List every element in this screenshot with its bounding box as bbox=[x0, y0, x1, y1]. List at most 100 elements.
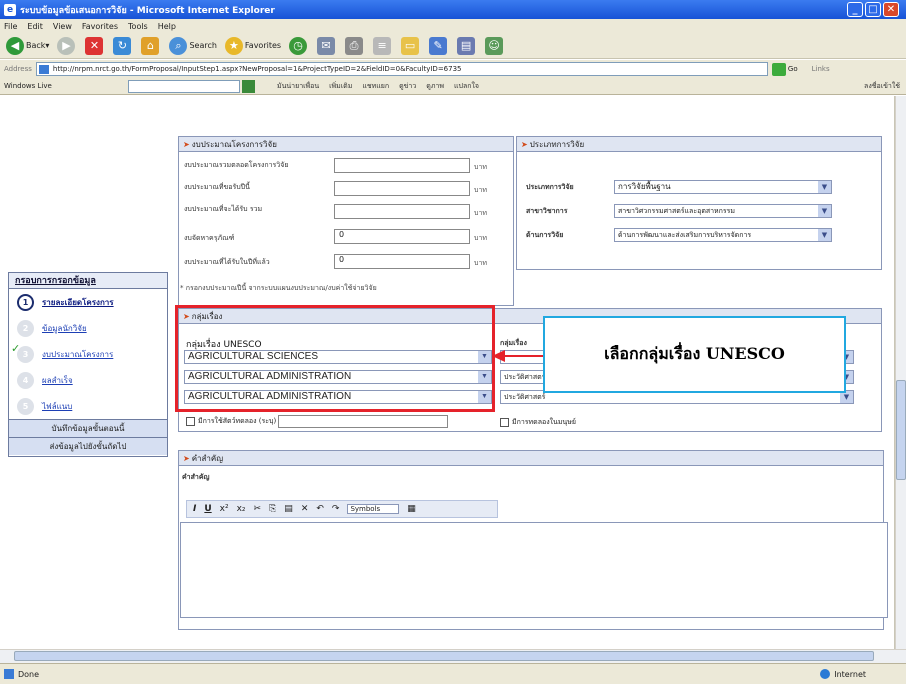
animal-test-input[interactable] bbox=[278, 415, 449, 428]
underline-button[interactable]: U bbox=[204, 504, 211, 514]
equipment-budget-input[interactable]: 0 bbox=[334, 229, 470, 244]
step-number-icon: 4 bbox=[17, 371, 34, 389]
edit-button[interactable]: ≡ bbox=[373, 36, 393, 55]
close-button[interactable]: ✕ bbox=[883, 2, 899, 17]
save-step-button[interactable]: บันทึกข้อมูลขั้นตอนนี้ bbox=[9, 419, 167, 437]
internet-zone: Internet bbox=[820, 669, 866, 679]
delete-icon[interactable]: ✕ bbox=[301, 504, 309, 514]
link-item[interactable]: ดูข่าว bbox=[399, 81, 416, 92]
redo-icon[interactable]: ↷ bbox=[332, 504, 340, 514]
horizontal-scroll-thumb[interactable] bbox=[14, 651, 874, 661]
history-button[interactable]: ◷ bbox=[289, 36, 309, 55]
human-test-checkbox-row[interactable]: มีการทดลองในมนุษย์ bbox=[500, 417, 576, 428]
sidebar-step-label[interactable]: ไฟล์แนบ bbox=[42, 400, 72, 413]
ie-logo-icon: e bbox=[4, 3, 16, 16]
link-item[interactable]: มันน่ายาเพื่อน bbox=[277, 81, 319, 92]
sidebar-step-label[interactable]: ข้อมูลนักวิจัย bbox=[42, 322, 87, 335]
academic-field-select[interactable]: สาขาวิศวกรรมศาสตร์และอุตสาหกรรม ▼ bbox=[614, 204, 832, 218]
links-label[interactable]: Links bbox=[812, 65, 830, 73]
link-item[interactable]: แชทแยก bbox=[362, 81, 389, 92]
people-button[interactable]: ☺ bbox=[485, 36, 505, 55]
refresh-button[interactable]: ↻ bbox=[113, 36, 133, 55]
step-number-icon: 5 bbox=[17, 397, 34, 415]
research-type-select[interactable]: การวิจัยพื้นฐาน ▼ bbox=[614, 180, 832, 194]
menu-bar: File Edit View Favorites Tools Help bbox=[0, 19, 906, 33]
sidebar-step-label[interactable]: งบประมาณโครงการ bbox=[42, 348, 113, 361]
animal-test-checkbox[interactable] bbox=[186, 417, 195, 426]
budget-note: * กรอกงบประมาณปีนี้ จากระบบแผนงบประมาณ/ง… bbox=[180, 284, 377, 292]
mail-icon: ✉ bbox=[317, 36, 336, 55]
research-type-label: ประเภทการวิจัย bbox=[526, 183, 574, 191]
sign-in-link[interactable]: ลงชื่อเข้าใช้ bbox=[864, 81, 900, 92]
next-step-button[interactable]: ส่งข้อมูลไปยังขั้นถัดไป bbox=[9, 437, 167, 455]
sidebar-step-3[interactable]: 3 ✓ งบประมาณโครงการ bbox=[9, 341, 167, 367]
messenger-button[interactable]: ✎ bbox=[429, 36, 449, 55]
search-button[interactable]: ⌕ Search bbox=[169, 36, 217, 55]
live-search-input[interactable] bbox=[128, 79, 240, 93]
unit-label: บาท bbox=[474, 234, 487, 242]
live-search-icon[interactable] bbox=[242, 79, 255, 93]
vertical-scroll-thumb[interactable] bbox=[896, 380, 906, 480]
stop-button[interactable]: ✕ bbox=[85, 36, 105, 55]
unit-label: บาท bbox=[474, 186, 487, 194]
globe-icon bbox=[820, 669, 831, 679]
link-item[interactable]: เพิ่มเติม bbox=[329, 81, 352, 92]
menu-file[interactable]: File bbox=[4, 22, 17, 31]
undo-icon[interactable]: ↶ bbox=[316, 504, 324, 514]
menu-favorites[interactable]: Favorites bbox=[82, 22, 118, 31]
sidebar-step-2[interactable]: 2 ข้อมูลนักวิจัย bbox=[9, 315, 167, 341]
paste-icon[interactable]: ▤ bbox=[284, 504, 293, 514]
keywords-header: ➤ คำสำคัญ bbox=[179, 451, 883, 466]
menu-edit[interactable]: Edit bbox=[27, 22, 43, 31]
print-icon: ⎙ bbox=[345, 36, 364, 55]
pencil-icon: ✎ bbox=[429, 36, 448, 55]
subscript-button[interactable]: x₂ bbox=[237, 504, 246, 514]
superscript-button[interactable]: x² bbox=[220, 504, 229, 514]
menu-tools[interactable]: Tools bbox=[128, 22, 148, 31]
research-area-select[interactable]: ด้านการพัฒนาและส่งเสริมการบริหารจัดการ ▼ bbox=[614, 228, 832, 242]
budget-label: งบประมาณที่ได้รับในปีที่แล้ว bbox=[184, 258, 270, 266]
keywords-editor[interactable] bbox=[180, 522, 888, 618]
animal-test-checkbox-row[interactable]: มีการใช้สัตว์ทดลอง (ระบุ) bbox=[186, 415, 449, 428]
received-budget-input[interactable] bbox=[334, 204, 470, 219]
home-button[interactable]: ⌂ bbox=[141, 36, 161, 55]
link-item[interactable]: แปลกใจ bbox=[454, 81, 479, 92]
back-button[interactable]: ◀ Back ▾ bbox=[6, 36, 49, 55]
sidebar-step-label[interactable]: รายละเอียดโครงการ bbox=[42, 296, 114, 309]
history-icon: ◷ bbox=[289, 36, 308, 55]
unesco-highlight-box bbox=[175, 305, 495, 412]
cut-icon[interactable]: ✂ bbox=[254, 504, 262, 514]
maximize-button[interactable]: □ bbox=[865, 2, 881, 17]
step-done-icon: 3 ✓ bbox=[11, 342, 34, 363]
search-icon: ⌕ bbox=[169, 36, 188, 55]
italic-button[interactable]: I bbox=[193, 504, 196, 514]
human-test-checkbox[interactable] bbox=[500, 418, 509, 427]
forward-button[interactable]: ▶ bbox=[57, 36, 77, 55]
link-item[interactable]: ดูภาพ bbox=[426, 81, 444, 92]
vertical-scrollbar[interactable] bbox=[895, 96, 906, 649]
unit-label: บาท bbox=[474, 259, 487, 267]
menu-help[interactable]: Help bbox=[158, 22, 176, 31]
total-budget-input[interactable] bbox=[334, 158, 470, 173]
symbol-select[interactable]: Symbols bbox=[347, 504, 400, 514]
sidebar-step-1[interactable]: 1 รายละเอียดโครงการ bbox=[9, 289, 167, 315]
go-arrow-icon[interactable] bbox=[771, 62, 786, 76]
favorites-button[interactable]: ★ Favorites bbox=[224, 36, 281, 55]
print-button[interactable]: ⎙ bbox=[345, 36, 365, 55]
sidebar-step-4[interactable]: 4 ผลสำเร็จ bbox=[9, 367, 167, 393]
step-number-icon: 2 bbox=[17, 319, 34, 337]
folder-button[interactable]: ▭ bbox=[401, 36, 421, 55]
last-year-budget-input[interactable]: 0 bbox=[334, 254, 470, 269]
go-button[interactable]: Go bbox=[788, 65, 798, 73]
year-budget-input[interactable] bbox=[334, 181, 470, 196]
sidebar-step-label[interactable]: ผลสำเร็จ bbox=[42, 374, 73, 387]
copy-icon[interactable]: ⎘ bbox=[269, 504, 276, 514]
chevron-down-icon: ▼ bbox=[818, 205, 831, 217]
table-icon[interactable]: ▦ bbox=[407, 504, 416, 514]
mail-button[interactable]: ✉ bbox=[317, 36, 337, 55]
research-button[interactable]: ▤ bbox=[457, 36, 477, 55]
minimize-button[interactable]: _ bbox=[847, 2, 863, 17]
menu-view[interactable]: View bbox=[53, 22, 72, 31]
sidebar-step-5[interactable]: 5 ไฟล์แนบ bbox=[9, 393, 167, 419]
address-input[interactable]: http://nrpm.nrct.go.th/FormProposal/Inpu… bbox=[35, 62, 768, 76]
